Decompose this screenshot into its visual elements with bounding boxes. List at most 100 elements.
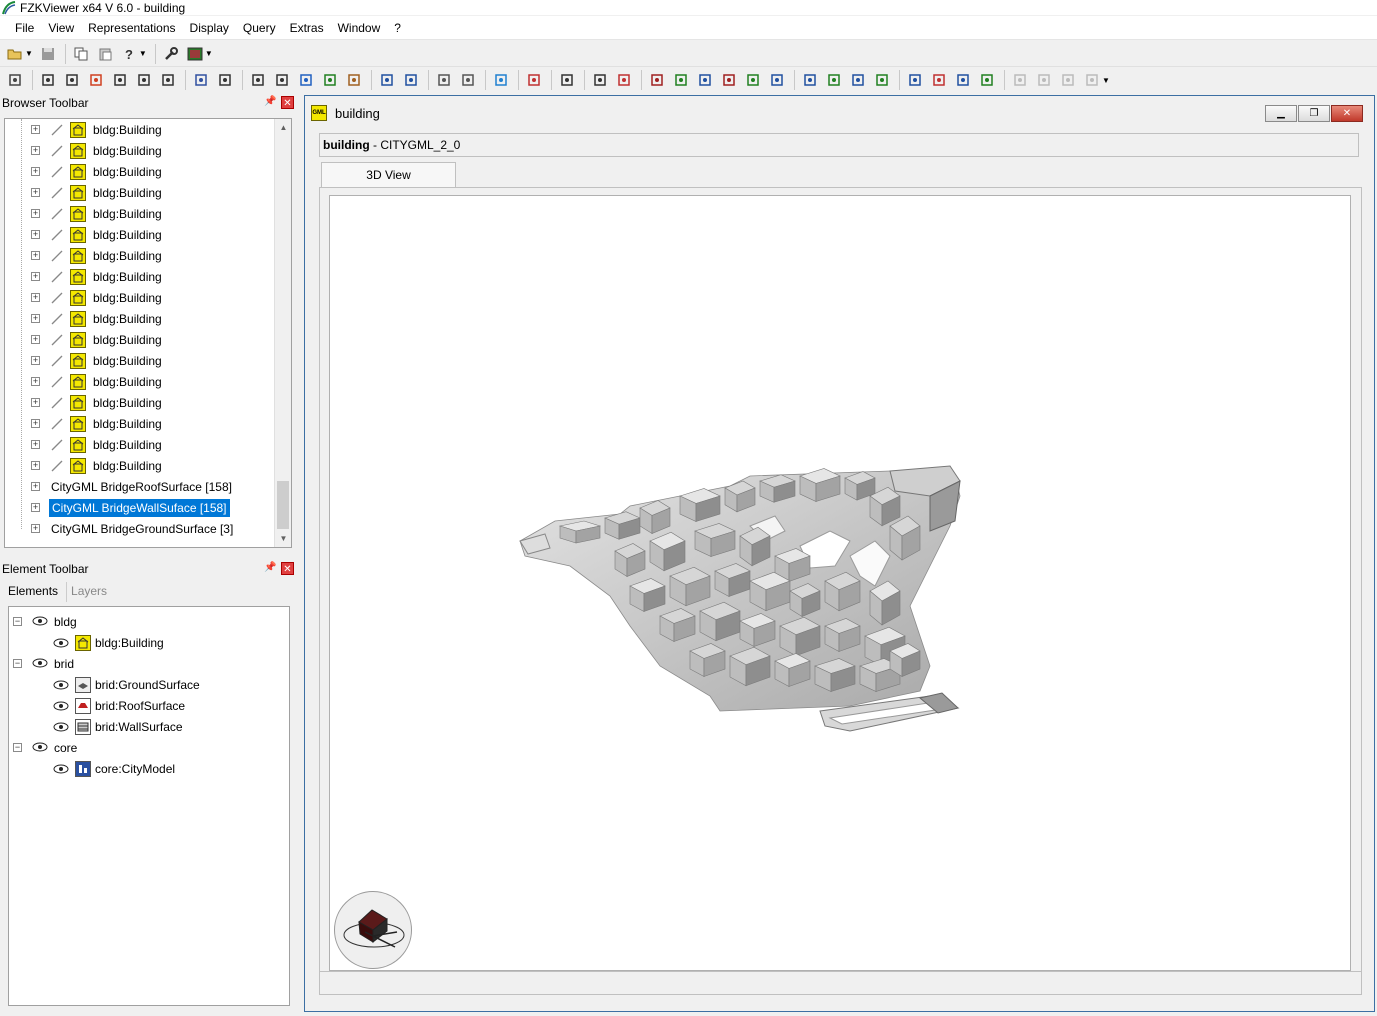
element-group-brid[interactable]: − brid <box>13 653 74 674</box>
disabled-1-button[interactable] <box>1009 69 1031 91</box>
expand-icon[interactable]: + <box>31 461 40 470</box>
expand-icon[interactable]: + <box>31 356 40 365</box>
expand-icon[interactable]: + <box>31 125 40 134</box>
tree-item-building[interactable]: + bldg:Building <box>31 371 164 392</box>
element-item[interactable]: core:CityModel <box>53 758 175 779</box>
close-panel-button[interactable]: ✕ <box>281 96 294 109</box>
tree-item-building[interactable]: + bldg:Building <box>31 161 164 182</box>
element-item[interactable]: brid:GroundSurface <box>53 674 200 695</box>
menu-extras[interactable]: Extras <box>283 17 331 39</box>
menu-display[interactable]: Display <box>183 17 236 39</box>
disabled-4-button[interactable] <box>1081 69 1103 91</box>
tree-item-collection[interactable]: + CityGML BridgeWallSuface [158] <box>31 497 230 518</box>
select-arrow-button[interactable] <box>37 69 59 91</box>
expand-icon[interactable]: + <box>31 482 40 491</box>
tree-item-building[interactable]: + bldg:Building <box>31 350 164 371</box>
nav-5-button[interactable] <box>742 69 764 91</box>
axis-button[interactable] <box>376 69 398 91</box>
expand-icon[interactable]: + <box>31 146 40 155</box>
disabled-3-button[interactable] <box>1057 69 1079 91</box>
expand-icon[interactable]: + <box>31 272 40 281</box>
tools-button[interactable] <box>160 43 182 65</box>
tree-item-building[interactable]: + bldg:Building <box>31 245 164 266</box>
menu-view[interactable]: View <box>41 17 81 39</box>
eye-icon[interactable] <box>53 638 69 648</box>
pin-icon[interactable]: 📌 <box>264 562 276 574</box>
expand-icon[interactable]: + <box>31 335 40 344</box>
nav-1-button[interactable] <box>646 69 668 91</box>
element-item[interactable]: brid:RoofSurface <box>53 695 185 716</box>
expand-icon[interactable]: + <box>31 398 40 407</box>
tree-item-building[interactable]: + bldg:Building <box>31 203 164 224</box>
close-window-button[interactable]: ✕ <box>1331 105 1363 122</box>
element-group-core[interactable]: − core <box>13 737 77 758</box>
move-1-button[interactable] <box>799 69 821 91</box>
eye-icon[interactable] <box>53 764 69 774</box>
pin-icon[interactable]: 📌 <box>264 96 276 108</box>
open-dropdown-icon[interactable]: ▼ <box>25 49 33 58</box>
tree-item-building[interactable]: + bldg:Building <box>31 455 164 476</box>
collapse-icon[interactable]: − <box>13 659 22 668</box>
move-3-button[interactable] <box>847 69 869 91</box>
tree-item-collection[interactable]: + CityGML BridgeGroundSurface [3] <box>31 518 235 539</box>
menu-representations[interactable]: Representations <box>81 17 182 39</box>
navigation-compass[interactable] <box>334 891 412 969</box>
eye-icon[interactable] <box>32 742 48 752</box>
scroll-down-icon[interactable]: ▼ <box>275 530 291 547</box>
select-multi-button[interactable] <box>61 69 83 91</box>
menu-query[interactable]: Query <box>236 17 283 39</box>
ruler-button[interactable] <box>556 69 578 91</box>
scroll-thumb[interactable] <box>277 481 289 529</box>
tree-item-building[interactable]: + bldg:Building <box>31 182 164 203</box>
expand-icon[interactable]: + <box>31 167 40 176</box>
help-dropdown-icon[interactable]: ▼ <box>139 49 147 58</box>
fly-button[interactable] <box>190 69 212 91</box>
flag-button[interactable] <box>457 69 479 91</box>
zoom-window-button[interactable] <box>157 69 179 91</box>
move-4-button[interactable] <box>871 69 893 91</box>
expand-1-button[interactable] <box>904 69 926 91</box>
tree-item-building[interactable]: + bldg:Building <box>31 329 164 350</box>
paste-button[interactable] <box>94 43 116 65</box>
disabled-2-button[interactable] <box>1033 69 1055 91</box>
eye-icon[interactable] <box>53 680 69 690</box>
tree-item-building[interactable]: + bldg:Building <box>31 392 164 413</box>
bug-button[interactable] <box>613 69 635 91</box>
expand-icon[interactable]: + <box>31 440 40 449</box>
nav-4-button[interactable] <box>718 69 740 91</box>
expand-icon[interactable]: + <box>31 251 40 260</box>
tab-3d-view[interactable]: 3D View <box>321 162 456 188</box>
scroll-up-icon[interactable]: ▲ <box>275 119 291 136</box>
zoom-fit-button[interactable] <box>4 69 26 91</box>
nav-2-button[interactable] <box>670 69 692 91</box>
close-panel-button[interactable]: ✕ <box>281 562 294 575</box>
box-view-2-button[interactable] <box>271 69 293 91</box>
expand-icon[interactable]: + <box>31 503 40 512</box>
browser-scrollbar[interactable]: ▲ ▼ <box>274 119 291 547</box>
expand-icon[interactable]: + <box>31 524 40 533</box>
copy-button[interactable] <box>70 43 92 65</box>
save-button[interactable] <box>37 43 59 65</box>
walk-button[interactable] <box>214 69 236 91</box>
toolbar-overflow-dropdown-icon[interactable]: ▼ <box>1102 76 1110 85</box>
axis-scale-button[interactable] <box>400 69 422 91</box>
open-folder-button[interactable] <box>4 43 26 65</box>
display-mode-button[interactable] <box>184 43 206 65</box>
grid-button[interactable] <box>433 69 455 91</box>
restore-button[interactable]: ❐ <box>1298 105 1330 122</box>
menu-file[interactable]: File <box>8 17 41 39</box>
expand-2-button[interactable] <box>928 69 950 91</box>
tree-item-building[interactable]: + bldg:Building <box>31 266 164 287</box>
minimize-button[interactable]: ▁ <box>1265 105 1297 122</box>
expand-icon[interactable]: + <box>31 209 40 218</box>
collapse-icon[interactable]: − <box>13 617 22 626</box>
tab-elements[interactable]: Elements <box>4 582 62 602</box>
color-palette-button[interactable] <box>523 69 545 91</box>
help-button[interactable]: ? <box>118 43 140 65</box>
tree-item-collection[interactable]: + CityGML BridgeRoofSurface [158] <box>31 476 234 497</box>
3d-viewport[interactable] <box>329 195 1351 971</box>
eye-icon[interactable] <box>32 616 48 626</box>
box-view-5-button[interactable] <box>343 69 365 91</box>
nav-3-button[interactable] <box>694 69 716 91</box>
nav-6-button[interactable] <box>766 69 788 91</box>
